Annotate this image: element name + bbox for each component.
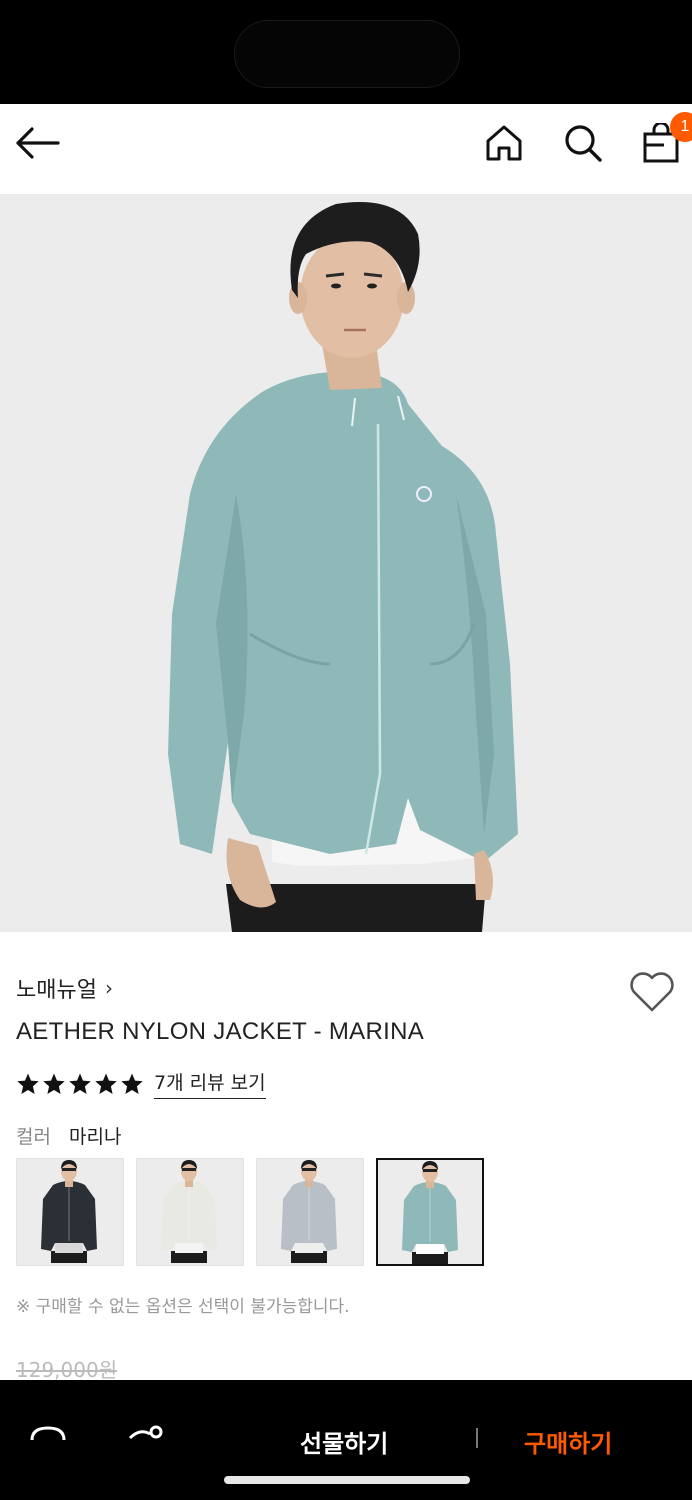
star-icon (69, 1073, 91, 1094)
color-swatch-marina[interactable] (376, 1158, 484, 1266)
bottom-action-bar: 선물하기 구매하기 (0, 1380, 692, 1500)
buy-button[interactable]: 구매하기 (524, 1424, 612, 1459)
heart-icon (630, 972, 674, 1012)
cart-button[interactable]: 1 (636, 112, 692, 168)
rating-row: 7개 리뷰 보기 (16, 1068, 266, 1099)
star-icon (17, 1073, 39, 1094)
chevron-right-icon: › (104, 976, 113, 1000)
color-swatch-grey[interactable] (256, 1158, 364, 1266)
home-icon (486, 125, 522, 161)
swatch-thumbnail-image (41, 1160, 97, 1263)
search-button[interactable] (558, 118, 608, 168)
cart-count-badge: 1 (670, 112, 692, 142)
star-rating (16, 1072, 144, 1096)
star-icon (121, 1073, 143, 1094)
product-info: 노매뉴얼 › AETHER NYLON JACKET - MARINA 7개 리… (0, 932, 692, 1382)
color-selection-label: 컬러 마리나 (16, 1122, 121, 1149)
back-button[interactable] (12, 118, 62, 168)
color-swatch-black[interactable] (16, 1158, 124, 1266)
gift-button[interactable]: 선물하기 (300, 1424, 388, 1459)
back-arrow-icon (16, 127, 60, 159)
brand-link[interactable]: 노매뉴얼 › (16, 972, 113, 1004)
dynamic-island (234, 20, 460, 88)
app-header: 1 (0, 104, 692, 194)
share-icon[interactable] (126, 1424, 166, 1454)
chat-icon[interactable] (28, 1424, 68, 1454)
reviews-link[interactable]: 7개 리뷰 보기 (154, 1068, 266, 1099)
product-image[interactable] (0, 194, 692, 932)
color-label: 컬러 (16, 1126, 51, 1148)
search-icon (565, 125, 602, 162)
home-indicator (224, 1476, 470, 1484)
swatch-thumbnail-image (281, 1160, 337, 1263)
original-price: 129,000원 (16, 1358, 118, 1382)
product-name: AETHER NYLON JACKET - MARINA (16, 1018, 425, 1045)
swatch-thumbnail-image (402, 1161, 458, 1264)
status-bar (0, 0, 692, 104)
divider (476, 1428, 478, 1448)
model-wearing-jacket-image (168, 202, 518, 932)
color-swatch-ivory[interactable] (136, 1158, 244, 1266)
star-icon (95, 1073, 117, 1094)
star-icon (43, 1073, 65, 1094)
color-swatches (16, 1158, 484, 1266)
swatch-thumbnail-image (161, 1160, 217, 1263)
home-button[interactable] (479, 118, 529, 168)
brand-name: 노매뉴얼 (16, 978, 97, 1003)
wishlist-button[interactable] (628, 970, 676, 1014)
option-notice: ※ 구매할 수 없는 옵션은 선택이 불가능합니다. (16, 1297, 350, 1317)
selected-color-value: 마리나 (69, 1126, 122, 1148)
